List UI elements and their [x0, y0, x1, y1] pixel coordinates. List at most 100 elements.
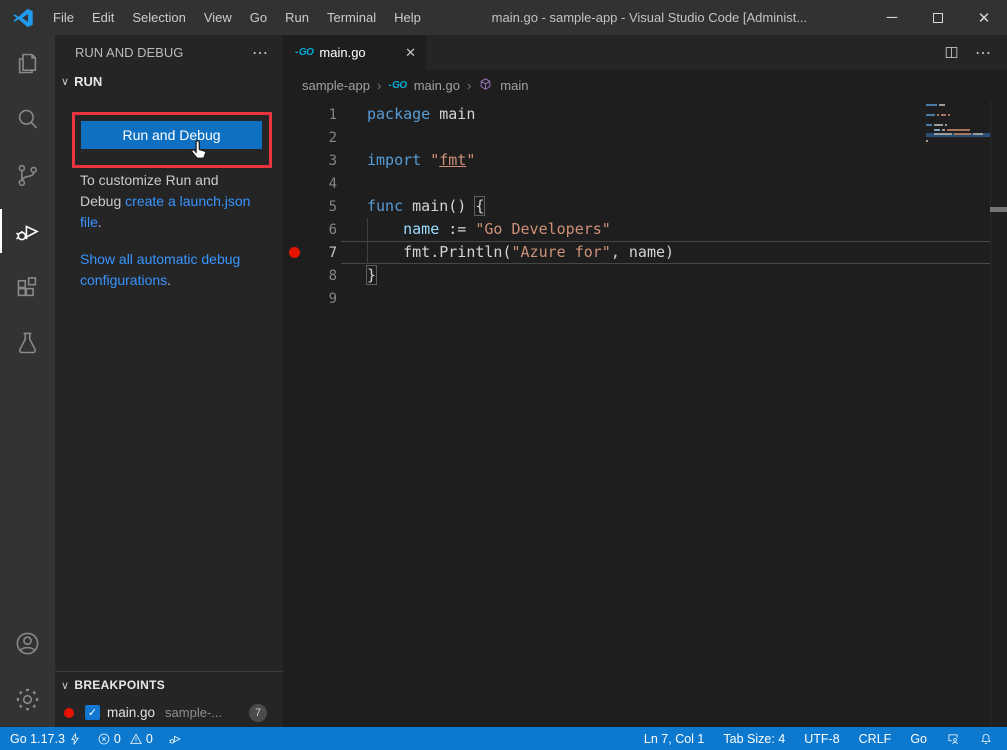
menu-help[interactable]: Help	[385, 10, 430, 25]
problems-status[interactable]: 0 0	[97, 732, 153, 746]
sidebar-item-search[interactable]	[0, 91, 55, 147]
feedback-person-icon	[946, 732, 960, 746]
line-number: 2	[305, 130, 337, 146]
breakpoint-checkbox[interactable]: ✓	[85, 705, 100, 720]
minimap-token	[926, 133, 932, 135]
code-line-5[interactable]: 5func main() {	[283, 195, 1007, 218]
sidebar-item-account[interactable]	[0, 615, 55, 671]
line-content[interactable]: fmt.Println("Azure for", name)	[341, 241, 990, 264]
code-line-6[interactable]: 6 name := "Go Developers"	[283, 218, 1007, 241]
minimap-token	[945, 124, 947, 126]
breakpoints-header[interactable]: ∨ BREAKPOINTS	[55, 672, 283, 698]
more-actions-icon[interactable]: ⋯	[975, 43, 991, 63]
token	[367, 243, 403, 261]
line-content[interactable]	[341, 287, 990, 310]
minimap[interactable]	[926, 104, 990, 150]
code-line-1[interactable]: 1package main	[283, 103, 1007, 126]
language-mode-status[interactable]: Go	[910, 732, 927, 746]
tab-close-icon[interactable]: ✕	[405, 45, 416, 61]
debug-status-icon-button[interactable]	[168, 732, 182, 746]
sidebar-item-extensions[interactable]	[0, 259, 55, 315]
line-content[interactable]: }	[341, 264, 990, 287]
menu-terminal[interactable]: Terminal	[318, 10, 385, 25]
close-button[interactable]: ✕	[961, 0, 1007, 35]
line-content[interactable]: package main	[341, 103, 990, 126]
breakpoints-label: BREAKPOINTS	[74, 678, 165, 692]
code-line-4[interactable]: 4	[283, 172, 1007, 195]
breadcrumb-symbol[interactable]: main	[500, 78, 528, 93]
minimap-line	[926, 129, 990, 131]
breakpoint-gutter-active[interactable]	[283, 247, 305, 258]
cursor-position-status[interactable]: Ln 7, Col 1	[644, 732, 704, 746]
line-number: 8	[305, 268, 337, 284]
sidebar-item-settings[interactable]	[0, 671, 55, 727]
line-content[interactable]: name := "Go Developers"	[341, 218, 990, 241]
menu-run[interactable]: Run	[276, 10, 318, 25]
code-line-3[interactable]: 3import "fmt"	[283, 149, 1007, 172]
token: import	[367, 151, 430, 169]
minimap-token	[939, 104, 945, 106]
menu-edit[interactable]: Edit	[83, 10, 123, 25]
link[interactable]: Show all automatic debug configurations	[80, 251, 240, 288]
notifications-status[interactable]	[979, 732, 993, 746]
feedback-status[interactable]	[946, 732, 960, 746]
indentation-status[interactable]: Tab Size: 4	[723, 732, 785, 746]
menu-go[interactable]: Go	[241, 10, 276, 25]
encoding-status[interactable]: UTF-8	[804, 732, 839, 746]
scrollbar-handle[interactable]	[990, 207, 1007, 212]
chevron-down-icon: ∨	[61, 679, 69, 692]
line-number: 5	[305, 199, 337, 215]
maximize-button[interactable]	[915, 0, 961, 35]
menu-view[interactable]: View	[195, 10, 241, 25]
go-file-icon: GO	[295, 47, 313, 58]
run-and-debug-button[interactable]: Run and Debug	[81, 121, 262, 149]
tab-main-go[interactable]: GO main.go ✕	[283, 35, 426, 70]
minimize-button[interactable]: ─	[869, 0, 915, 35]
minimap-token	[934, 129, 940, 131]
minimap-token	[926, 104, 937, 106]
breadcrumb-folder[interactable]: sample-app	[302, 78, 370, 93]
error-count: 0	[114, 732, 121, 746]
debug-hint-text: To customize Run and Debug create a laun…	[80, 170, 252, 291]
line-content[interactable]: func main() {	[341, 195, 990, 218]
extensions-icon	[14, 274, 41, 301]
breakpoint-list-item[interactable]: ✓ main.go sample-... 7	[55, 698, 283, 727]
sidebar-item-run-and-debug[interactable]	[0, 203, 55, 259]
token: }	[367, 266, 376, 284]
run-section-header[interactable]: ∨ RUN	[55, 70, 283, 89]
split-editor-icon[interactable]	[944, 45, 959, 60]
menu-bar: FileEditSelectionViewGoRunTerminalHelp	[44, 10, 430, 25]
code-line-2[interactable]: 2	[283, 126, 1007, 149]
code-line-7[interactable]: 7 fmt.Println("Azure for", name)	[283, 241, 1007, 264]
code-line-9[interactable]: 9	[283, 287, 1007, 310]
status-bar-right: Ln 7, Col 1 Tab Size: 4 UTF-8 CRLF Go	[644, 732, 1007, 746]
sidebar-item-source-control[interactable]	[0, 147, 55, 203]
minimap-token	[942, 129, 945, 131]
menu-selection[interactable]: Selection	[123, 10, 194, 25]
code-editor[interactable]: 1package main23import "fmt"45func main()…	[283, 100, 1007, 727]
minimap-line	[926, 124, 990, 126]
line-content[interactable]	[341, 172, 990, 195]
token: name	[403, 220, 439, 238]
line-content[interactable]	[341, 126, 990, 149]
activity-bar	[0, 35, 55, 727]
line-number: 7	[305, 245, 337, 261]
maximize-icon	[933, 13, 943, 23]
window-title: main.go - sample-app - Visual Studio Cod…	[430, 10, 869, 25]
breadcrumb-file[interactable]: main.go	[414, 78, 460, 93]
go-version-status[interactable]: Go 1.17.3	[10, 732, 82, 746]
minimap-token	[926, 114, 935, 116]
breadcrumb-separator-icon: ›	[467, 78, 471, 93]
minimap-token	[934, 133, 952, 135]
lightning-icon	[68, 732, 82, 746]
views-more-actions-icon[interactable]: ⋯	[252, 43, 269, 63]
sidebar-item-testing[interactable]	[0, 315, 55, 371]
sidebar-item-explorer[interactable]	[0, 35, 55, 91]
menu-file[interactable]: File	[44, 10, 83, 25]
token: main()	[412, 197, 475, 215]
breadcrumb-separator-icon: ›	[377, 78, 381, 93]
code-line-8[interactable]: 8}	[283, 264, 1007, 287]
eol-status[interactable]: CRLF	[859, 732, 892, 746]
editor-scrollbar[interactable]	[990, 100, 1007, 727]
line-content[interactable]: import "fmt"	[341, 149, 990, 172]
